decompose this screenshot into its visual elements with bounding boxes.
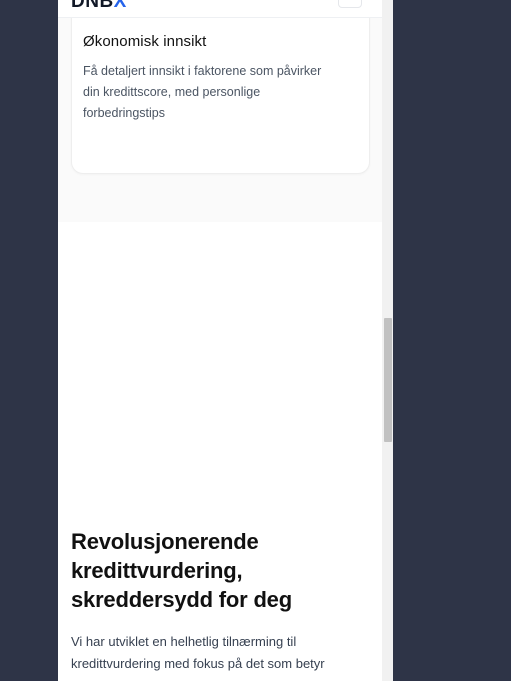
- site-header: DNBX: [58, 0, 382, 18]
- hamburger-menu-icon[interactable]: [338, 0, 362, 8]
- hero-description: Vi har utviklet en helhetlig tilnærming …: [71, 634, 325, 671]
- features-section: Økonomisk innsikt Få detaljert innsikt i…: [58, 0, 382, 222]
- page-content: Økonomisk innsikt Få detaljert innsikt i…: [58, 0, 382, 681]
- feature-card-description: Få detaljert innsikt i faktorene som påv…: [83, 64, 322, 120]
- logo-main-text: DNB: [71, 0, 114, 12]
- browser-viewport: Økonomisk innsikt Få detaljert innsikt i…: [58, 0, 393, 681]
- feature-card-title: Økonomisk innsikt: [83, 33, 207, 50]
- scrollbar-thumb[interactable]: [384, 318, 392, 442]
- site-logo[interactable]: DNBX: [71, 0, 127, 13]
- hero-title: Revolusjonerende kredittvurdering, skred…: [71, 529, 292, 612]
- scrollbar[interactable]: [382, 0, 393, 681]
- logo-accent-text: X: [113, 0, 127, 12]
